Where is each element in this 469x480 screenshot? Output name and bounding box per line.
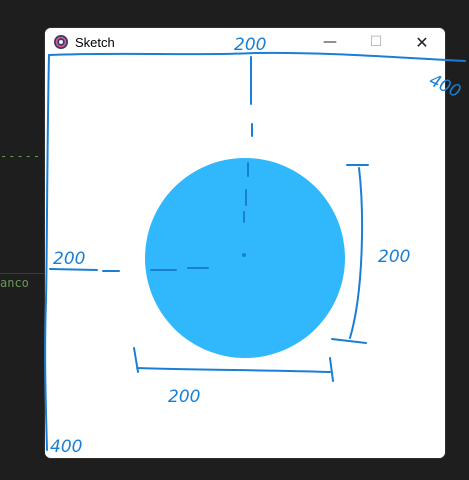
minimize-icon: — xyxy=(323,34,337,50)
minimize-button[interactable]: — xyxy=(307,28,353,56)
editor-dash-text: ----- xyxy=(0,149,42,163)
maximize-icon: ☐ xyxy=(369,34,383,50)
editor-partial-word: anco xyxy=(0,276,29,290)
sketch-canvas[interactable] xyxy=(45,56,445,458)
maximize-button[interactable]: ☐ xyxy=(353,28,399,56)
close-icon: ✕ xyxy=(415,32,429,52)
editor-divider xyxy=(0,273,46,274)
sketch-window[interactable]: Sketch — ☐ ✕ xyxy=(45,28,445,458)
title-bar[interactable]: Sketch — ☐ ✕ xyxy=(45,28,445,56)
processing-app-icon xyxy=(54,35,68,49)
window-title: Sketch xyxy=(75,35,115,50)
close-button[interactable]: ✕ xyxy=(399,28,445,56)
